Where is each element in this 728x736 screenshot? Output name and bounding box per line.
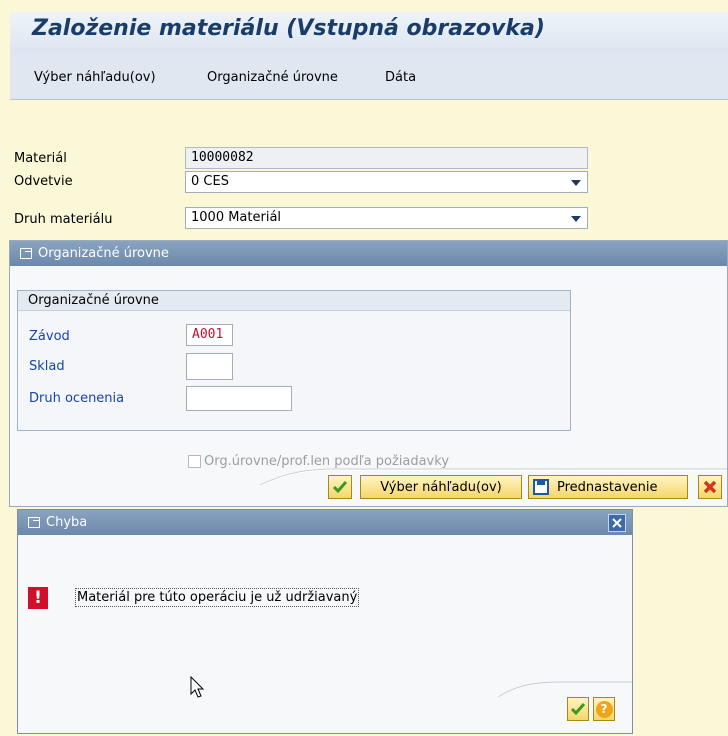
menu-item-views[interactable]: Výber náhľadu(ov) xyxy=(34,70,156,85)
menu-bar: Výber náhľadu(ov) Organizačné úrovne Dát… xyxy=(10,52,728,100)
confirm-button[interactable] xyxy=(328,475,352,499)
org-levels-dialog: Organizačné úrovne Organizačné úrovne Zá… xyxy=(9,240,728,507)
error-exclamation-icon: ! xyxy=(28,587,48,609)
error-dialog-title: Chyba xyxy=(46,515,88,530)
top-strip xyxy=(0,0,728,12)
defaults-button[interactable]: Prednastavenie xyxy=(528,475,688,499)
material-type-label: Druh materiálu xyxy=(14,212,113,227)
industry-value: 0 CES xyxy=(191,174,229,189)
org-dialog-titlebar: Organizačné úrovne xyxy=(10,241,727,266)
plant-label: Závod xyxy=(29,329,70,344)
org-group-title: Organizačné úrovne xyxy=(28,293,159,308)
error-dialog-titlebar: Chyba xyxy=(18,510,632,535)
cancel-button[interactable] xyxy=(698,475,722,499)
dialog-window-icon xyxy=(28,517,40,528)
error-dialog: Chyba ! Materiál pre túto operáciu je už… xyxy=(17,509,633,734)
dialog-window-icon xyxy=(20,248,32,259)
confirm-button[interactable] xyxy=(567,697,589,721)
error-message-text: Materiál pre túto operáciu je už udržiav… xyxy=(77,590,358,605)
material-label: Materiál xyxy=(14,151,67,166)
help-icon: ? xyxy=(595,700,613,718)
defaults-label: Prednastavenie xyxy=(557,479,658,495)
org-levels-group: Organizačné úrovne xyxy=(17,290,571,431)
window-title-bar: Založenie materiálu (Vstupná obrazovka) xyxy=(10,12,728,52)
help-button[interactable]: ? xyxy=(593,697,615,721)
plant-field[interactable]: A001 xyxy=(186,324,233,346)
check-icon xyxy=(570,703,586,716)
material-type-value: 1000 Materiál xyxy=(191,210,282,225)
save-icon xyxy=(533,479,549,495)
chevron-down-icon[interactable] xyxy=(571,216,581,222)
menu-item-data[interactable]: Dáta xyxy=(385,70,416,85)
org-dialog-title: Organizačné úrovne xyxy=(38,246,169,261)
footer-separator xyxy=(497,681,632,698)
close-icon xyxy=(612,518,622,528)
storage-field[interactable] xyxy=(186,353,233,380)
chevron-down-icon[interactable] xyxy=(571,180,581,186)
material-type-select[interactable]: 1000 Materiál xyxy=(185,207,588,229)
error-message: Materiál pre túto operáciu je už udržiav… xyxy=(75,588,360,607)
valuation-label: Druh ocenenia xyxy=(29,391,125,406)
storage-label: Sklad xyxy=(29,359,65,374)
check-icon xyxy=(332,481,348,494)
select-views-label: Výber náhľadu(ov) xyxy=(380,479,502,495)
close-button[interactable] xyxy=(608,514,626,532)
cancel-x-icon xyxy=(703,480,717,494)
org-group-header: Organizačné úrovne xyxy=(18,291,570,311)
plant-value: A001 xyxy=(192,327,224,342)
page-title: Založenie materiálu (Vstupná obrazovka) xyxy=(32,16,545,41)
industry-select[interactable]: 0 CES xyxy=(185,171,588,193)
material-field[interactable]: 10000082 xyxy=(185,147,588,169)
select-views-button[interactable]: Výber náhľadu(ov) xyxy=(360,475,522,499)
menu-item-org-levels[interactable]: Organizačné úrovne xyxy=(207,70,338,85)
valuation-field[interactable] xyxy=(186,386,292,411)
industry-label: Odvetvie xyxy=(14,174,73,189)
